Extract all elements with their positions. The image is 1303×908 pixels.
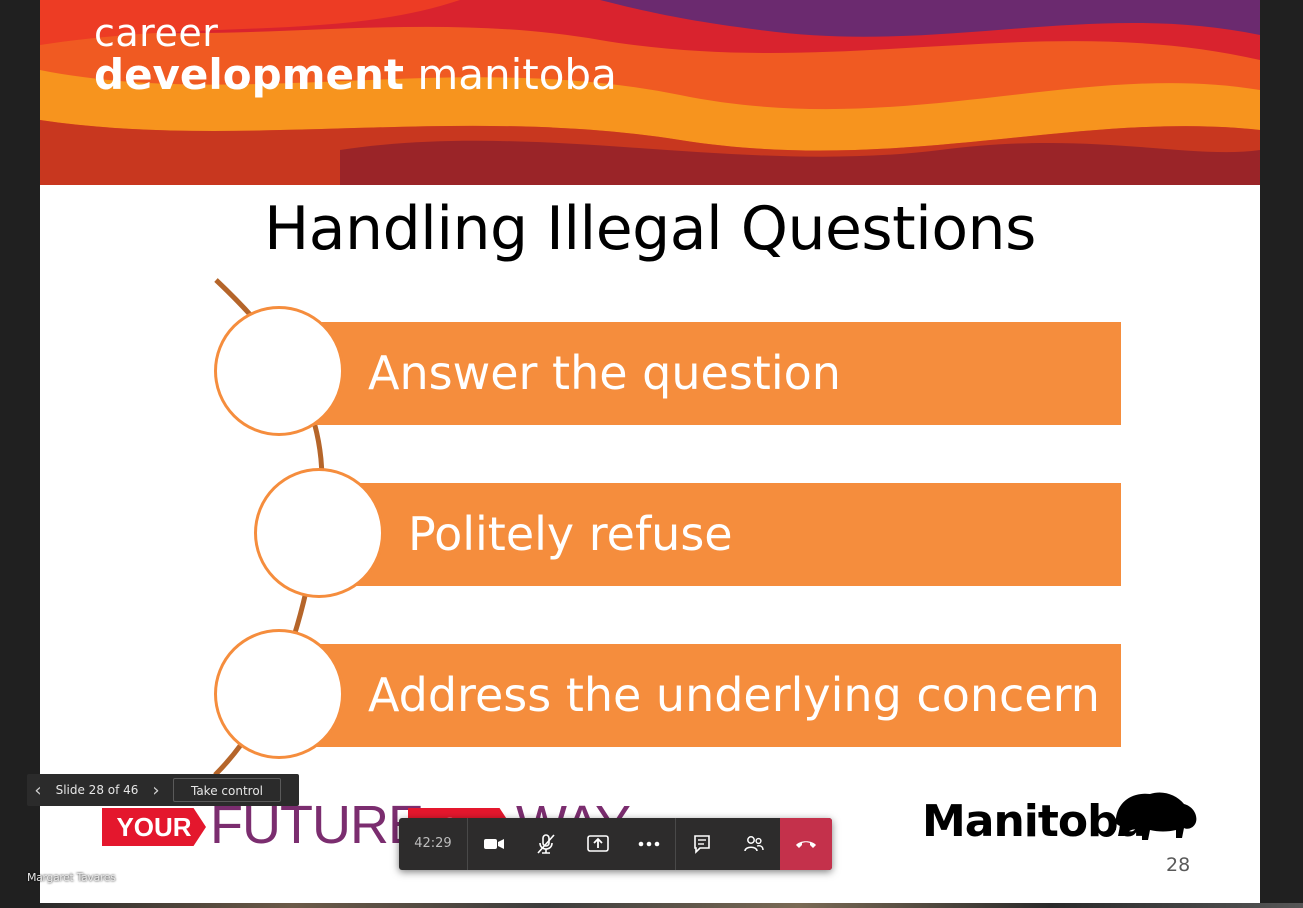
curved-connector-line	[213, 278, 325, 777]
show-conversation-button[interactable]	[676, 818, 728, 870]
participants-icon	[744, 836, 764, 852]
hang-up-phone-icon	[796, 841, 817, 848]
call-timer: 42:29	[399, 818, 468, 870]
your-future-your-way-tag: YOUR	[102, 808, 206, 846]
take-control-button[interactable]: Take control	[173, 778, 281, 802]
microphone-button[interactable]	[520, 818, 572, 870]
list-item-circle	[214, 629, 344, 759]
list-item-bar: Address the underlying concern	[282, 644, 1121, 747]
bison-icon	[1110, 792, 1197, 840]
list-item-circle	[254, 468, 384, 598]
video-camera-icon	[483, 839, 504, 849]
more-actions-button[interactable]	[623, 818, 675, 870]
call-control-toolbar: 42:29	[399, 818, 832, 870]
presenter-name-label: Margaret Tavares	[27, 871, 116, 884]
slide-navigation-bar: ‹ Slide 28 of 46 › Take control	[27, 774, 299, 806]
previous-slide-chevron-icon[interactable]: ‹	[27, 780, 49, 801]
share-screen-button[interactable]	[572, 818, 624, 870]
next-slide-chevron-icon[interactable]: ›	[145, 780, 167, 801]
list-item-bar: Politely refuse	[322, 483, 1121, 586]
list-item-circle	[214, 306, 344, 436]
slide-page-number: 28	[1166, 854, 1191, 876]
list-item-label: Address the underlying concern	[368, 668, 1100, 722]
presentation-slide: career development manitoba Handling Ill…	[40, 0, 1260, 906]
camera-button[interactable]	[468, 818, 520, 870]
show-participants-button[interactable]	[728, 818, 780, 870]
microphone-muted-icon	[537, 834, 555, 854]
list-item-label: Answer the question	[368, 346, 841, 400]
list-item-bar: Answer the question	[282, 322, 1121, 425]
slide-counter: Slide 28 of 46	[55, 783, 139, 797]
participant-video-strip	[40, 903, 1303, 908]
hang-up-button[interactable]	[780, 818, 832, 870]
ellipsis-icon	[639, 841, 660, 847]
share-tray-icon	[586, 835, 609, 852]
meeting-stage: career development manitoba Handling Ill…	[0, 0, 1303, 908]
chat-icon	[694, 835, 711, 854]
